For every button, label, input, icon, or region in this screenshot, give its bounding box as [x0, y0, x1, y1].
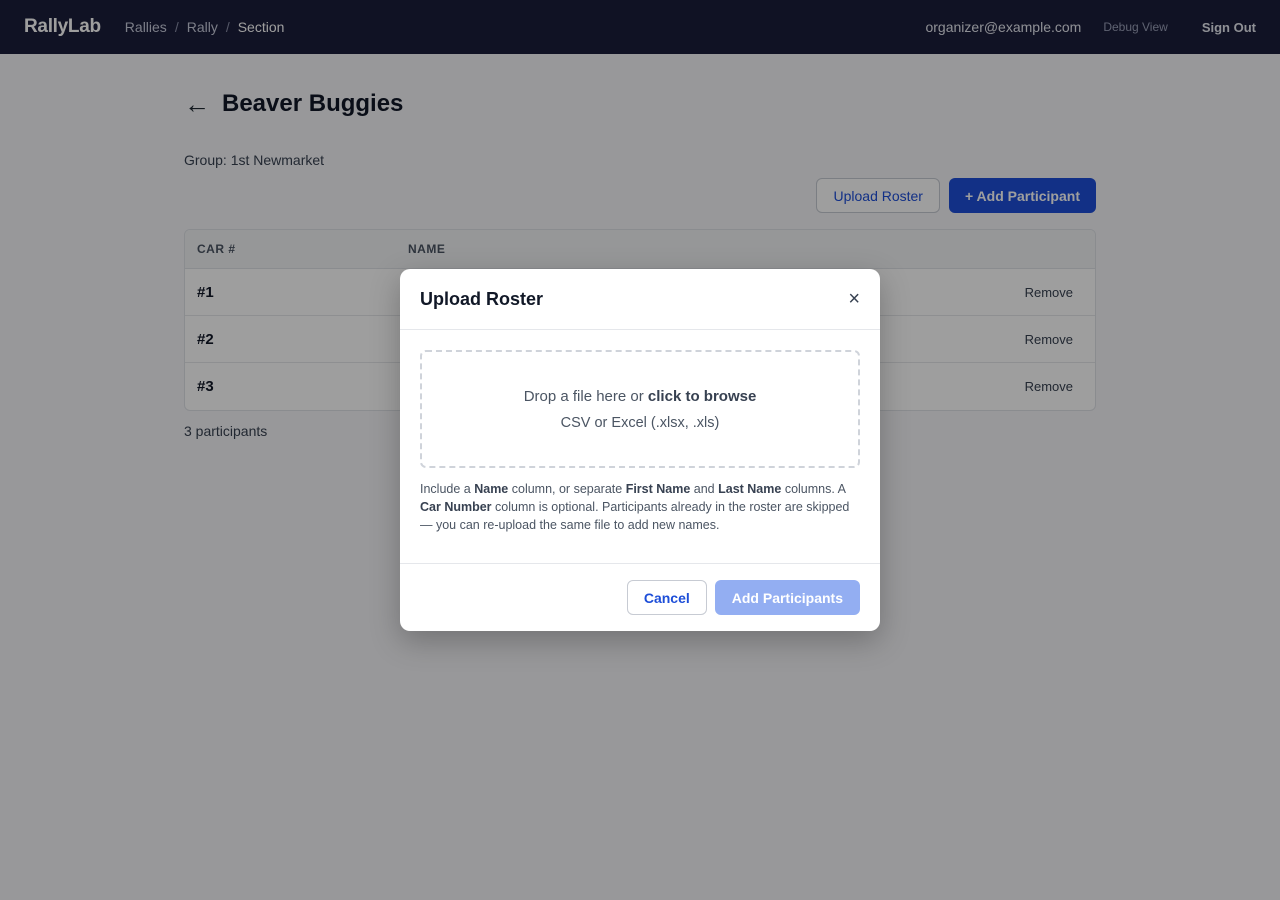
help-keyword: Last Name — [718, 482, 782, 496]
dropzone-prefix: Drop a file here or — [523, 387, 648, 405]
dialog-footer: Cancel Add Participants — [400, 563, 880, 631]
help-keyword: Car Number — [420, 500, 492, 514]
help-text: columns. A — [781, 482, 846, 496]
add-participants-button[interactable]: Add Participants — [714, 580, 860, 615]
help-text: and — [690, 482, 719, 496]
help-text: Include a — [420, 482, 475, 496]
help-keyword: Name — [474, 482, 509, 496]
file-dropzone[interactable]: Drop a file here or click to browse CSV … — [420, 350, 860, 468]
upload-roster-dialog: Upload Roster × Drop a file here or clic… — [400, 269, 880, 631]
dropzone-formats: CSV or Excel (.xlsx, .xls) — [560, 414, 720, 431]
dialog-header: Upload Roster × — [400, 269, 880, 330]
help-text: column, or separate — [508, 482, 626, 496]
dropzone-instruction: Drop a file here or click to browse — [524, 388, 757, 405]
dialog-title: Upload Roster — [420, 288, 544, 309]
browse-link[interactable]: click to browse — [648, 388, 756, 405]
cancel-button[interactable]: Cancel — [626, 580, 707, 615]
upload-help-text: Include a Name column, or separate First… — [420, 480, 862, 534]
help-keyword: First Name — [625, 482, 691, 496]
close-icon[interactable]: × — [848, 289, 860, 309]
